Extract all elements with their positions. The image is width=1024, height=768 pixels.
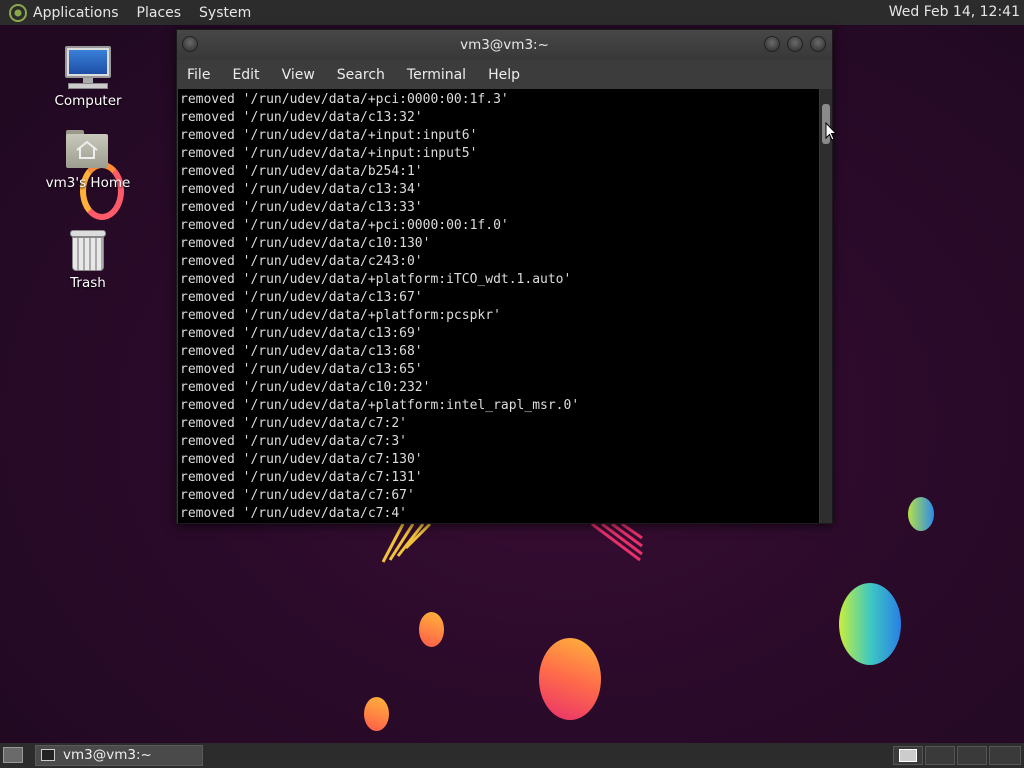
terminal-line: removed '/run/udev/data/c10:130' (180, 236, 431, 251)
close-button[interactable] (810, 36, 826, 52)
menu-places[interactable]: Places (137, 5, 182, 21)
terminal-line: removed '/run/udev/data/+platform:pcspkr… (180, 308, 501, 323)
terminal-line: removed '/run/udev/data/c13:67' (180, 290, 423, 305)
terminal-line: removed '/run/udev/data/+input:input5' (180, 146, 478, 161)
wallpaper-blob (419, 612, 444, 647)
menu-view[interactable]: View (282, 67, 315, 83)
clock[interactable]: Wed Feb 14, 12:41 (889, 4, 1020, 20)
taskbar-item-label: vm3@vm3:~ (63, 747, 152, 763)
terminal-icon (41, 749, 55, 761)
terminal-line: removed '/run/udev/data/+pci:0000:00:1f.… (180, 92, 509, 107)
window-titlebar[interactable]: vm3@vm3:~ (177, 30, 832, 60)
desktop-icon-label: Trash (70, 275, 106, 291)
wallpaper-stripes (381, 522, 432, 563)
terminal-line: removed '/run/udev/data/c7:2' (180, 416, 407, 431)
desktop-icon-computer[interactable]: Computer (33, 46, 143, 109)
computer-icon (63, 46, 113, 90)
menu-applications[interactable]: Applications (33, 5, 119, 21)
bottom-panel: vm3@vm3:~ (0, 743, 1024, 768)
terminal-scrollbar[interactable] (820, 89, 832, 523)
distro-logo-icon[interactable] (9, 3, 27, 22)
home-folder-icon (63, 128, 113, 172)
terminal-line: removed '/run/udev/data/c7:4' (180, 506, 407, 521)
terminal-line: removed '/run/udev/data/c13:65' (180, 362, 423, 377)
desktop-icon-label: Computer (54, 93, 122, 109)
wallpaper-blob (839, 583, 901, 665)
menu-edit[interactable]: Edit (232, 67, 259, 83)
menu-file[interactable]: File (187, 67, 210, 83)
window-title: vm3@vm3:~ (460, 37, 549, 53)
desktop-icon-home[interactable]: vm3's Home (33, 128, 143, 191)
workspace-2[interactable] (925, 746, 955, 765)
terminal-line: removed '/run/udev/data/c13:69' (180, 326, 423, 341)
terminal-output[interactable]: removed '/run/udev/data/+pci:0000:00:1f.… (178, 89, 819, 523)
terminal-line: removed '/run/udev/data/c13:32' (180, 110, 423, 125)
top-panel: Applications Places System Wed Feb 14, 1… (0, 0, 1024, 25)
taskbar-item-terminal[interactable]: vm3@vm3:~ (35, 745, 203, 766)
wallpaper-blob (364, 697, 389, 731)
workspace-4[interactable] (989, 746, 1021, 765)
terminal-window[interactable]: vm3@vm3:~ File Edit View Search Terminal… (176, 29, 833, 524)
workspace-1[interactable] (893, 746, 923, 765)
minimize-button[interactable] (764, 36, 780, 52)
wallpaper-stripes (591, 522, 643, 562)
workspace-3[interactable] (957, 746, 987, 765)
terminal-line: removed '/run/udev/data/c7:130' (180, 452, 423, 467)
terminal-line: removed '/run/udev/data/c13:33' (180, 200, 423, 215)
wallpaper-blob (539, 638, 601, 720)
terminal-line: removed '/run/udev/data/c243:0' (180, 254, 423, 269)
menu-help[interactable]: Help (488, 67, 520, 83)
menu-search[interactable]: Search (337, 67, 385, 83)
desktop-icon-trash[interactable]: Trash (33, 228, 143, 291)
terminal-line: removed '/run/udev/data/c7:131' (180, 470, 423, 485)
terminal-line: removed '/run/udev/data/+input:input6' (180, 128, 478, 143)
terminal-menubar: File Edit View Search Terminal Help (177, 60, 832, 89)
window-menu-button[interactable] (182, 36, 198, 52)
desktop-icon-label: vm3's Home (45, 175, 131, 191)
terminal-line: removed '/run/udev/data/+platform:intel_… (180, 398, 580, 413)
terminal-line: removed '/run/udev/data/b254:1' (180, 164, 423, 179)
terminal-line: removed '/run/udev/data/c7:67' (180, 488, 415, 503)
wallpaper-blob (908, 497, 934, 531)
trash-icon (63, 228, 113, 272)
show-desktop-icon[interactable] (3, 747, 23, 763)
terminal-line: removed '/run/udev/data/+platform:iTCO_w… (180, 272, 572, 287)
terminal-line: removed '/run/udev/data/c7:3' (180, 434, 407, 449)
terminal-line: removed '/run/udev/data/c10:232' (180, 380, 431, 395)
menu-system[interactable]: System (199, 5, 251, 21)
terminal-line: removed '/run/udev/data/c13:34' (180, 182, 423, 197)
maximize-button[interactable] (787, 36, 803, 52)
menu-terminal[interactable]: Terminal (407, 67, 466, 83)
terminal-line: removed '/run/udev/data/+pci:0000:00:1f.… (180, 218, 509, 233)
terminal-line: removed '/run/udev/data/c13:68' (180, 344, 423, 359)
mouse-pointer-icon (825, 122, 837, 141)
